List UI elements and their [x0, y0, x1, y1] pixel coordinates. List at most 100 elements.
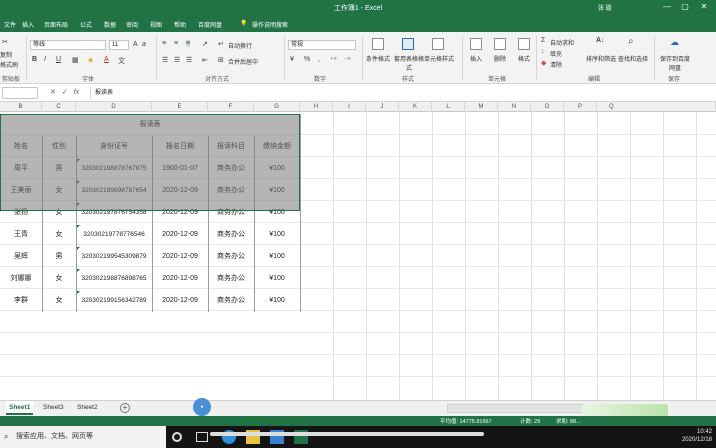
system-clock[interactable]: 10:42 2020/12/18: [682, 428, 712, 444]
header-id[interactable]: 身份证号: [76, 136, 152, 158]
cell-gender[interactable]: 男: [42, 246, 76, 268]
cell-name[interactable]: 王青: [0, 224, 42, 246]
italic-icon[interactable]: I: [44, 56, 46, 63]
formula-icons[interactable]: ✕✓fx: [50, 88, 79, 96]
eraser-icon[interactable]: ◆: [541, 59, 546, 67]
merge-icon[interactable]: ⊞: [218, 56, 224, 64]
report-title[interactable]: 报读表: [0, 115, 300, 135]
column-header-H[interactable]: H: [300, 102, 333, 112]
column-header-D[interactable]: D: [76, 102, 152, 112]
cell-subject[interactable]: 商务办公: [208, 224, 254, 246]
cell-name[interactable]: 周平: [0, 158, 42, 180]
cell-name[interactable]: 王美丽: [0, 180, 42, 202]
cell-styles-button[interactable]: 单元格样式: [424, 54, 454, 63]
align-middle-icon[interactable]: ≡: [174, 40, 178, 47]
cell-date[interactable]: 2020-12-09: [152, 180, 208, 202]
sort-filter-icon[interactable]: A↓: [596, 37, 605, 44]
sheet-tab-sheet3[interactable]: Sheet3: [40, 401, 67, 415]
column-header-O[interactable]: O: [531, 102, 564, 112]
error-indicator[interactable]: [77, 291, 80, 294]
font-color-icon[interactable]: A: [104, 56, 109, 63]
column-header-K[interactable]: K: [399, 102, 432, 112]
error-indicator[interactable]: [77, 181, 80, 184]
indent-icon[interactable]: ⇤: [202, 56, 208, 64]
cell-id[interactable]: 32030219778776546: [76, 224, 152, 246]
cell-name[interactable]: 刘娜娜: [0, 268, 42, 290]
conditional-format-icon[interactable]: [372, 38, 384, 50]
cell-styles-icon[interactable]: [432, 38, 444, 50]
cell-date[interactable]: 1900-01-07: [152, 158, 208, 180]
cell-gender[interactable]: 女: [42, 180, 76, 202]
format-painter-button[interactable]: 格式刷: [0, 60, 18, 69]
cell-amount[interactable]: ¥100: [254, 246, 300, 268]
column-header-Q[interactable]: Q: [597, 102, 716, 112]
tab-baidu-netdisk[interactable]: 百度网盘: [198, 20, 222, 29]
merge-center-button[interactable]: 合并后居中: [228, 57, 258, 66]
baidu-cloud-icon[interactable]: ☁: [670, 37, 679, 48]
column-header-E[interactable]: E: [152, 102, 208, 112]
conditional-format-button[interactable]: 条件格式: [366, 54, 390, 63]
error-indicator[interactable]: [77, 159, 80, 162]
name-box[interactable]: [2, 87, 38, 99]
tab-page-layout[interactable]: 页面布局: [44, 20, 68, 29]
border-icon[interactable]: ▦: [72, 56, 79, 64]
cell-date[interactable]: 2020-12-09: [152, 246, 208, 268]
save-to-baidu-button[interactable]: 保存到百度网盘: [660, 54, 690, 72]
format-as-table-button[interactable]: 套用表格格式: [394, 54, 424, 72]
cell-name[interactable]: 李群: [0, 290, 42, 312]
format-cells-icon[interactable]: [518, 38, 530, 50]
maximize-button[interactable]: ▢: [678, 2, 692, 11]
increase-decimal-icon[interactable]: ⁺⁰: [330, 56, 337, 64]
wrap-text-button[interactable]: 自动换行: [228, 41, 252, 50]
header-name[interactable]: 姓名: [0, 136, 42, 158]
align-center-icon[interactable]: ☰: [174, 56, 180, 64]
error-indicator[interactable]: [77, 203, 80, 206]
cell-amount[interactable]: ¥100: [254, 224, 300, 246]
cell-id[interactable]: 320302199156342789: [76, 290, 152, 312]
cell-gender[interactable]: 男: [42, 158, 76, 180]
currency-icon[interactable]: ¥: [290, 56, 294, 63]
percent-icon[interactable]: %: [304, 56, 310, 63]
column-header-F[interactable]: F: [208, 102, 254, 112]
column-header-L[interactable]: L: [432, 102, 465, 112]
cell-subject[interactable]: 商务办公: [208, 202, 254, 224]
error-indicator[interactable]: [77, 247, 80, 250]
cell-date[interactable]: 2020-12-09: [152, 224, 208, 246]
cell-subject[interactable]: 商务办公: [208, 180, 254, 202]
cell-amount[interactable]: ¥100: [254, 290, 300, 312]
autosum-icon[interactable]: Σ: [541, 37, 545, 44]
cell-subject[interactable]: 商务办公: [208, 158, 254, 180]
format-cells-button[interactable]: 格式: [518, 54, 530, 63]
number-format-select[interactable]: 常规: [288, 40, 356, 50]
wrap-text-icon[interactable]: ↵: [218, 40, 224, 48]
cell-date[interactable]: 2020-12-09: [152, 268, 208, 290]
header-date[interactable]: 报名日期: [152, 136, 208, 158]
worksheet-grid[interactable]: B C D E F G H I J K L M N O P Q 报读表 姓名 性: [0, 102, 716, 400]
column-header-C[interactable]: C: [42, 102, 76, 112]
column-header-G[interactable]: G: [254, 102, 300, 112]
insert-cells-icon[interactable]: [470, 38, 482, 50]
cell-date[interactable]: 2020-12-09: [152, 202, 208, 224]
cell-amount[interactable]: ¥100: [254, 158, 300, 180]
sort-filter-button[interactable]: 排序和筛选: [586, 54, 616, 63]
column-header-P[interactable]: P: [564, 102, 597, 112]
fill-button[interactable]: 填充: [550, 49, 562, 58]
cell-id[interactable]: 320302199898787654: [76, 180, 152, 202]
tell-me-search[interactable]: 操作说明搜索: [252, 20, 288, 29]
taskbar-search-input[interactable]: ⌕ 搜索应用、文档、网页等: [0, 426, 166, 448]
cut-icon[interactable]: ✂: [2, 38, 8, 46]
copy-button[interactable]: 复制: [0, 50, 12, 59]
delete-cells-icon[interactable]: [494, 38, 506, 50]
fx-icon[interactable]: fx: [74, 89, 79, 96]
cell-subject[interactable]: 商务办公: [208, 268, 254, 290]
align-top-icon[interactable]: ≡: [162, 40, 166, 47]
formula-input[interactable]: 报读表: [90, 87, 710, 99]
column-header-I[interactable]: I: [333, 102, 366, 112]
cell-name[interactable]: 吴辉: [0, 246, 42, 268]
error-indicator[interactable]: [77, 225, 80, 228]
shrink-font-icon[interactable]: a: [142, 41, 146, 48]
cell-amount[interactable]: ¥100: [254, 202, 300, 224]
column-header-M[interactable]: M: [465, 102, 498, 112]
sheet-tab-sheet2[interactable]: Sheet2: [74, 401, 101, 415]
cell-amount[interactable]: ¥100: [254, 268, 300, 290]
